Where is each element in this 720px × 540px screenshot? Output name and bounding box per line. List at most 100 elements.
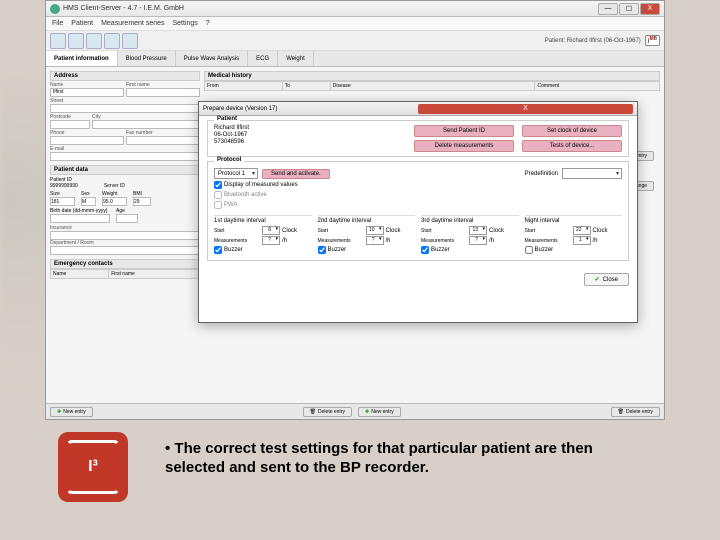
tabs: Patient information Blood Pressure Pulse… [46, 51, 664, 67]
menu-patient[interactable]: Patient [71, 20, 93, 27]
menu-settings[interactable]: Settings [173, 20, 198, 27]
close-button[interactable]: X [640, 3, 660, 15]
legend-protocol: Protocol [214, 157, 244, 163]
input-fax[interactable] [126, 136, 200, 145]
menu-help[interactable]: ? [206, 20, 210, 27]
meas-2-spinner[interactable]: ? [366, 236, 384, 245]
tab-patient-info[interactable]: Patient information [46, 51, 118, 66]
input-weight[interactable] [102, 197, 127, 206]
input-department[interactable] [50, 246, 200, 255]
input-city[interactable] [92, 120, 200, 129]
delete-measurements-button[interactable]: Delete measurements [414, 140, 514, 152]
patient-header-label: Patient: Richard Ilfirst (06-Oct-1967) [545, 38, 641, 44]
col-comment: Comment [535, 82, 660, 91]
toolbar-icon-2[interactable] [68, 33, 84, 49]
label-meas-4: Measurements [525, 238, 571, 244]
col-emerg-firstname: First name [109, 270, 200, 279]
input-insurance[interactable] [50, 231, 200, 240]
send-activate-button[interactable]: Send and activate. [262, 169, 330, 179]
tab-blood-pressure[interactable]: Blood Pressure [118, 51, 176, 66]
medical-table: From To Disease Comment [204, 81, 660, 91]
perh-3: /h [489, 238, 494, 244]
tab-pwa[interactable]: Pulse Wave Analysis [176, 51, 248, 66]
interval-1: 1st daytime interval Start8Clock Measure… [214, 215, 312, 256]
input-email[interactable] [50, 152, 200, 161]
new-entry-button-1[interactable]: ✚New entry [50, 407, 93, 417]
buzzer-1-checkbox[interactable]: Buzzer [214, 246, 243, 254]
label-server-id: Server ID [104, 183, 125, 189]
delete-entry-button-2[interactable]: 🗑 Delete entry [611, 407, 660, 417]
display-measured-checkbox[interactable]: Display of measured values [214, 181, 298, 189]
menubar: File Patient Measurement series Settings… [46, 17, 664, 31]
dialog-patient-id: 573048596 [214, 139, 249, 146]
logo-text: I³ [88, 458, 98, 476]
delete-entry-button-1[interactable]: 🗑 Delete entry [303, 407, 352, 417]
start-2-spinner[interactable]: 10 [366, 226, 384, 235]
toolbar-icon-4[interactable] [104, 33, 120, 49]
dialog-close-button[interactable]: X [418, 104, 633, 114]
interval-3: 3rd daytime interval Start13Clock Measur… [421, 215, 519, 256]
toolbar-icon-1[interactable] [50, 33, 66, 49]
titlebar: HMS Client-Server - 4.7 - I.E.M. GmbH — … [46, 1, 664, 17]
input-name[interactable]: Ilfirst [50, 88, 124, 97]
clock-label-3: Clock [489, 228, 504, 234]
plus-icon: ✚ [365, 409, 369, 415]
toolbar-icon-3[interactable] [86, 33, 102, 49]
menu-file[interactable]: File [52, 20, 63, 27]
minimize-button[interactable]: — [598, 3, 618, 15]
slide-bullet-text: • The correct test settings for that par… [165, 440, 645, 478]
background-blur [0, 80, 50, 380]
start-3-spinner[interactable]: 13 [469, 226, 487, 235]
emergency-table: NameFirst name [50, 269, 200, 279]
label-start-3: Start [421, 228, 467, 234]
section-medical: Medical history [204, 71, 660, 81]
label-meas-1: Measurements [214, 238, 260, 244]
input-age[interactable] [116, 214, 138, 223]
tab-weight[interactable]: Weight [278, 51, 314, 66]
buzzer-4-checkbox[interactable]: Buzzer [525, 246, 554, 254]
input-postcode[interactable] [50, 120, 90, 129]
patient-text: Richard Ilfirst 06-Oct-1967 573048596 [214, 125, 249, 152]
start-4-spinner[interactable]: 22 [573, 226, 591, 235]
input-street[interactable] [50, 104, 200, 113]
clock-label-1: Clock [282, 228, 297, 234]
input-firstname[interactable] [126, 88, 200, 97]
protocol-dropdown[interactable]: Protocol 1 [214, 168, 258, 179]
menu-measurement[interactable]: Measurement series [101, 20, 164, 27]
section-emergency: Emergency contacts [50, 259, 200, 269]
predefinition-dropdown[interactable] [562, 168, 622, 179]
input-size[interactable] [50, 197, 75, 206]
input-phone[interactable] [50, 136, 124, 145]
section-patient-data: Patient data [50, 165, 200, 175]
bluetooth-checkbox[interactable]: Bluetooth active [214, 191, 267, 199]
input-sex[interactable] [81, 197, 96, 206]
buzzer-2-checkbox[interactable]: Buzzer [318, 246, 347, 254]
buzzer-3-checkbox[interactable]: Buzzer [421, 246, 450, 254]
interval-3-header: 3rd daytime interval [421, 218, 519, 224]
new-entry-button-2[interactable]: ✚New entry [358, 407, 401, 417]
meas-1-spinner[interactable]: ? [262, 236, 280, 245]
perh-4: /h [593, 238, 598, 244]
col-disease: Disease [330, 82, 535, 91]
toolbar-icon-5[interactable] [122, 33, 138, 49]
tab-ecg[interactable]: ECG [248, 51, 278, 66]
label-start-1: Start [214, 228, 260, 234]
meas-4-spinner[interactable]: 1 [573, 236, 591, 245]
input-birthdate[interactable] [50, 214, 110, 223]
interval-2-header: 2nd daytime interval [318, 218, 416, 224]
dialog-patient-name: Richard Ilfirst [214, 125, 249, 132]
header-badge: IMB [645, 35, 660, 46]
maximize-button[interactable]: ☐ [619, 3, 639, 15]
start-1-spinner[interactable]: 8 [262, 226, 280, 235]
input-bmi[interactable] [133, 197, 151, 206]
plus-icon: ✚ [57, 409, 61, 415]
set-clock-button[interactable]: Set clock of device [522, 125, 622, 137]
pwa-checkbox[interactable]: PWA [214, 201, 237, 209]
meas-3-spinner[interactable]: ? [469, 236, 487, 245]
check-icon: ✔ [595, 276, 600, 283]
interval-2: 2nd daytime interval Start10Clock Measur… [318, 215, 416, 256]
send-patient-id-button[interactable]: Send Patient ID [414, 125, 514, 137]
interval-4: Night interval Start22Clock Measurements… [525, 215, 623, 256]
tests-device-button[interactable]: Tests of device... [522, 140, 622, 152]
dialog-close-action-button[interactable]: ✔Close [584, 273, 629, 286]
